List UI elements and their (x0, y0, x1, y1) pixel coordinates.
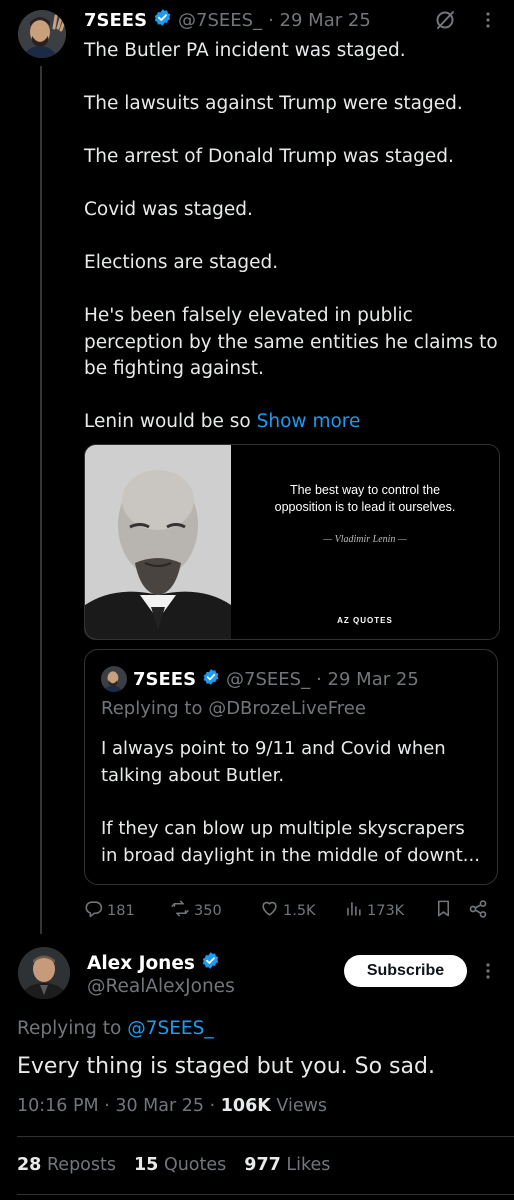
replying-to: Replying to @7SEES_ (17, 1018, 214, 1039)
more-options-icon[interactable] (478, 961, 498, 985)
quote-line: opposition is to lead it ourselves. (274, 500, 456, 514)
repost-button[interactable]: 350 (170, 899, 222, 922)
main-tweet-text: Every thing is staged but you. So sad. (17, 1054, 435, 1079)
likes-stat[interactable]: 977 Likes (244, 1155, 330, 1175)
tweet-paragraph: He's been falsely elevated in public per… (84, 305, 498, 379)
reposts-stat[interactable]: 28 Reposts (17, 1155, 116, 1175)
like-icon (260, 899, 279, 922)
quoted-text: If they can blow up multiple skyscrapers… (101, 818, 480, 866)
quote-signature: — Vladimir Lenin — (323, 534, 407, 545)
quoted-date: · 29 Mar 25 (316, 668, 419, 690)
quoted-text: I always point to 9/11 and Covid when ta… (101, 738, 446, 786)
quoted-tweet[interactable]: 7SEES @7SEES_ · 29 Mar 25 Replying to @D… (84, 649, 498, 885)
azquotes-logo: AZ QUOTES (337, 616, 393, 625)
views-icon (344, 899, 363, 922)
divider (17, 1194, 514, 1195)
replying-label: Replying to (17, 1018, 122, 1039)
likes-count: 977 (244, 1155, 281, 1175)
tweet-paragraph: The arrest of Donald Trump was staged. (84, 146, 454, 167)
tweet-text: The Butler PA incident was staged. The l… (84, 38, 504, 436)
reposts-label: Reposts (46, 1155, 116, 1175)
like-button[interactable]: 1.5K (260, 899, 316, 922)
quotes-count: 15 (134, 1155, 159, 1175)
author-name[interactable]: 7SEES (84, 10, 147, 31)
subscribe-button[interactable]: Subscribe (344, 955, 467, 987)
avatar[interactable] (18, 947, 70, 999)
quotes-label: Quotes (163, 1155, 227, 1175)
views-count: 106K (220, 1096, 271, 1116)
portrait-image (85, 445, 231, 639)
author-handle[interactable]: @RealAlexJones (87, 976, 235, 997)
tweet-date[interactable]: · 29 Mar 25 (268, 10, 371, 31)
verified-badge-icon (153, 8, 172, 32)
tweet-media[interactable]: The best way to control the opposition i… (84, 444, 500, 640)
views-label: Views (276, 1096, 328, 1116)
tweet-paragraph: The lawsuits against Trump were staged. (84, 93, 463, 114)
views-count: 173K (367, 902, 405, 919)
quotes-stat[interactable]: 15 Quotes (134, 1155, 226, 1175)
like-count: 1.5K (283, 902, 316, 919)
thread-line (40, 66, 42, 934)
tweet-meta: 10:16 PM · 30 Mar 25 · 106K Views (17, 1096, 327, 1116)
replying-handle-link[interactable]: @7SEES_ (127, 1018, 213, 1039)
tweet-paragraph: Covid was staged. (84, 199, 253, 220)
tweet-timestamp[interactable]: 10:16 PM · 30 Mar 25 · (17, 1096, 215, 1116)
reposts-count: 28 (17, 1155, 42, 1175)
share-icon[interactable] (468, 899, 488, 923)
divider (17, 1136, 514, 1137)
verified-badge-icon (201, 951, 220, 975)
views-button[interactable]: 173K (344, 899, 404, 922)
quoted-avatar (101, 666, 127, 692)
more-options-icon[interactable] (478, 10, 498, 34)
tweet-paragraph: Elections are staged. (84, 252, 279, 273)
quote-text: The best way to control the opposition i… (231, 482, 499, 516)
tweet-header: 7SEES @7SEES_ · 29 Mar 25 (84, 8, 371, 32)
quoted-author-name: 7SEES (133, 668, 197, 690)
author-handle[interactable]: @7SEES_ (178, 10, 262, 31)
engagement-stats: 28 Reposts 15 Quotes 977 Likes (17, 1155, 330, 1175)
bookmark-icon[interactable] (434, 899, 453, 922)
quote-line: The best way to control the (289, 483, 441, 497)
repost-icon (170, 899, 190, 922)
avatar[interactable] (18, 10, 66, 58)
repost-count: 350 (194, 902, 222, 919)
reply-count: 181 (107, 902, 135, 919)
quoted-author-handle: @7SEES_ (226, 668, 311, 690)
verified-badge-icon (202, 668, 220, 691)
grok-icon[interactable] (434, 9, 456, 35)
tweet-paragraph: Lenin would be so (84, 411, 251, 432)
author-row: Alex Jones (87, 951, 220, 975)
author-name[interactable]: Alex Jones (87, 953, 195, 974)
likes-label: Likes (286, 1155, 331, 1175)
quoted-header: 7SEES @7SEES_ · 29 Mar 25 (133, 666, 419, 692)
reply-button[interactable]: 181 (84, 899, 135, 922)
show-more-link[interactable]: Show more (257, 411, 361, 432)
quote-panel: The best way to control the opposition i… (231, 445, 499, 639)
tweet-paragraph: The Butler PA incident was staged. (84, 40, 406, 61)
quoted-replying-to: Replying to @DBrozeLiveFree (101, 698, 366, 719)
reply-icon (84, 899, 103, 922)
